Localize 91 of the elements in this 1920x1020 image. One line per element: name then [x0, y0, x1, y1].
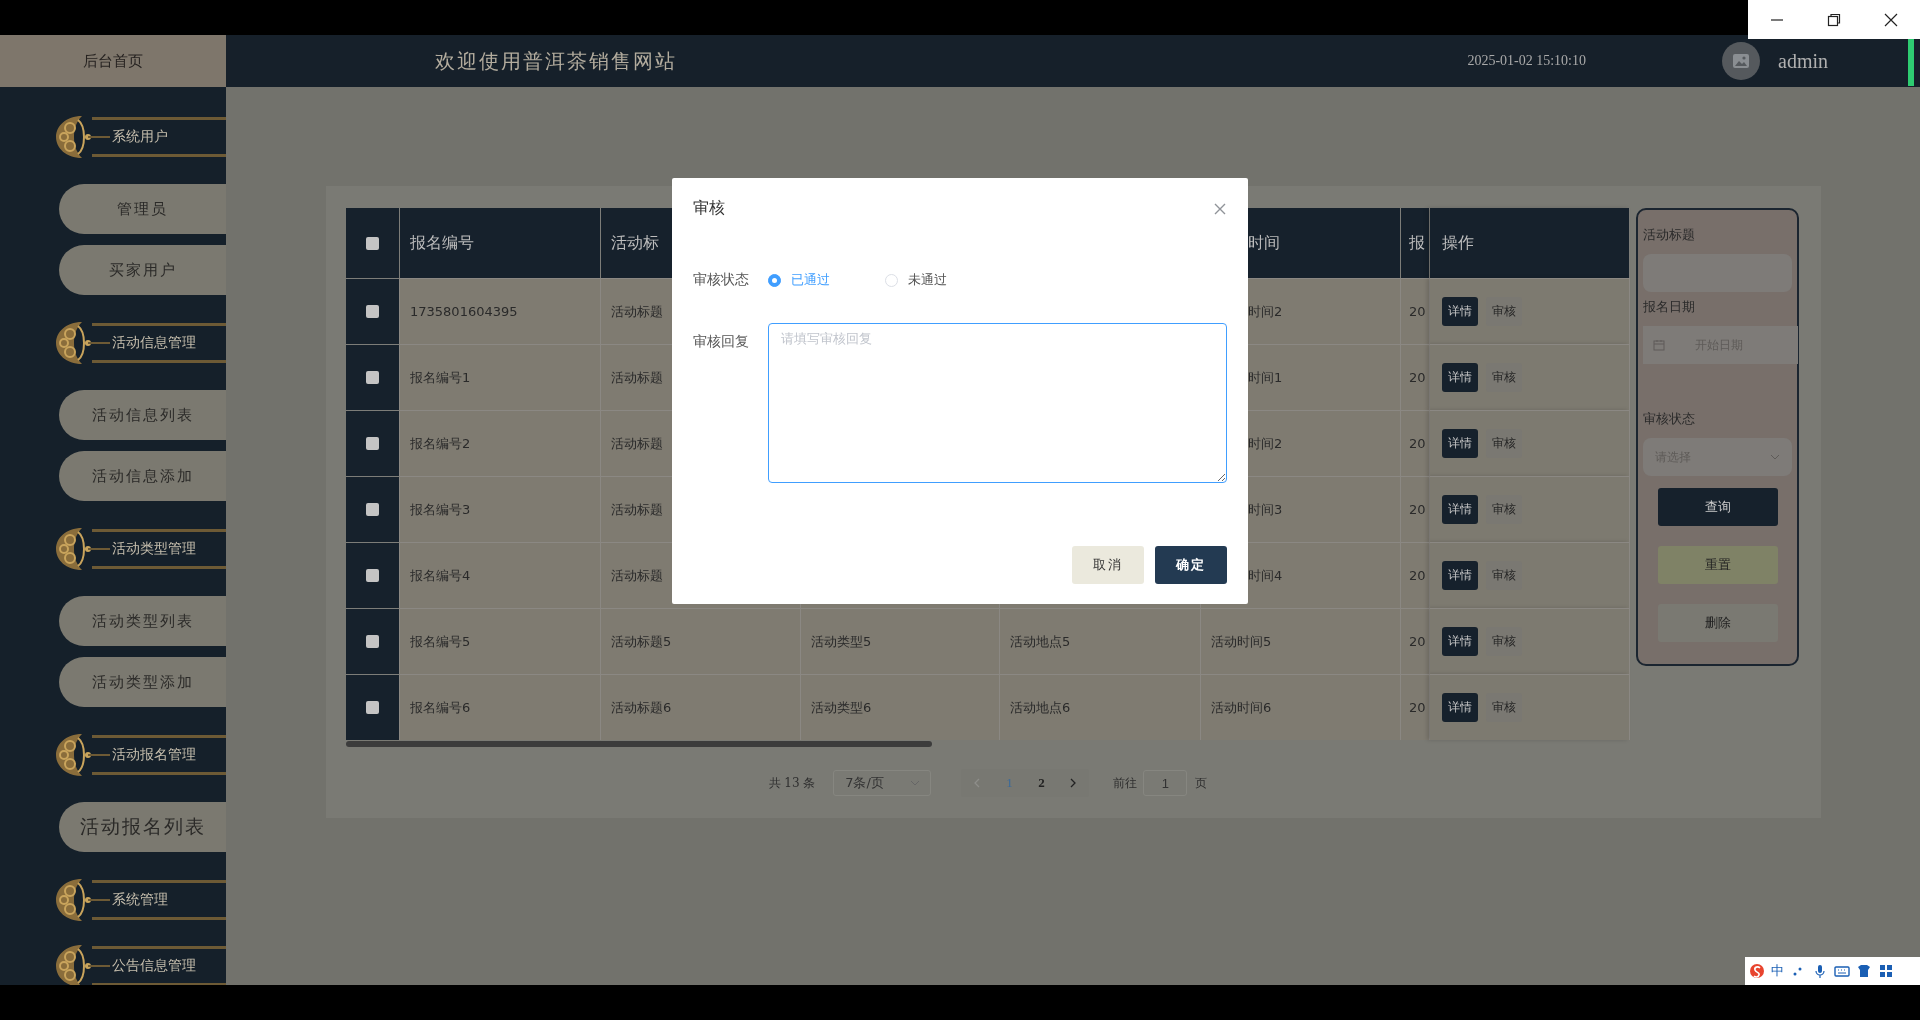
table-cell: 活动地点6	[1000, 674, 1201, 740]
reply-field[interactable]: 请填写审核回复	[768, 323, 1227, 483]
review-button[interactable]: 审核	[1486, 363, 1522, 392]
menu-group[interactable]: 活动信息管理	[52, 318, 226, 368]
row-checkbox[interactable]	[366, 635, 379, 648]
table-cell: 1735801604395	[400, 278, 601, 344]
confirm-button[interactable]: 确定	[1155, 546, 1227, 584]
row-checkbox[interactable]	[366, 701, 379, 714]
table-cell: 报名编号3	[400, 476, 601, 542]
scrollbar[interactable]	[346, 741, 932, 747]
restore-icon[interactable]	[1827, 12, 1841, 27]
table-cell: 活动标题5	[601, 608, 801, 674]
filter-label: 活动标题	[1643, 226, 1696, 244]
page-input[interactable]: 1	[1143, 770, 1188, 796]
details-button[interactable]: 详情	[1442, 693, 1478, 722]
review-button[interactable]: 审核	[1486, 429, 1522, 458]
page-suffix: 页	[1195, 774, 1208, 792]
filter-label: 审核状态	[1643, 410, 1696, 428]
table-cell: 活动类型6	[801, 674, 1000, 740]
menu-group[interactable]: 活动类型管理	[52, 524, 226, 574]
row-checkbox[interactable]	[366, 569, 379, 582]
row-checkbox[interactable]	[366, 437, 379, 450]
table-cell: 20	[1401, 542, 1430, 608]
filter-label: 报名日期	[1643, 298, 1696, 316]
row-checkbox[interactable]	[366, 371, 379, 384]
goto-label: 前往	[1113, 774, 1138, 792]
table-cell: 报名编号6	[400, 674, 601, 740]
microphone-icon[interactable]	[1812, 963, 1828, 979]
filter-button[interactable]: 删除	[1657, 604, 1778, 642]
menu-item[interactable]: 活动信息添加	[59, 451, 226, 501]
radio-option[interactable]: 未通过	[885, 271, 947, 289]
table-cell: 报名编号2	[400, 410, 601, 476]
table-cell: 报名编号4	[400, 542, 601, 608]
select-all-checkbox[interactable]	[366, 236, 379, 250]
close-icon[interactable]	[1884, 12, 1899, 27]
menu-item[interactable]: 活动类型列表	[59, 596, 226, 646]
details-button[interactable]: 详情	[1442, 363, 1478, 392]
caret-icon	[1770, 454, 1780, 460]
table-cell: 活动时间5	[1201, 608, 1401, 674]
table-cell: 报名编号5	[400, 608, 601, 674]
column-header: 报名编号	[400, 208, 601, 278]
review-button[interactable]: 审核	[1486, 297, 1522, 326]
table-cell: 20	[1401, 608, 1430, 674]
datetime: 2025-01-02 15:10:10	[1467, 53, 1586, 69]
column-header: 报	[1401, 208, 1430, 278]
review-button[interactable]: 审核	[1486, 561, 1522, 590]
table-cell: 活动类型5	[801, 608, 1000, 674]
review-button[interactable]: 审核	[1486, 693, 1522, 722]
keyboard-icon[interactable]	[1834, 963, 1850, 979]
details-button[interactable]: 详情	[1442, 297, 1478, 326]
cancel-button[interactable]: 取消	[1072, 546, 1144, 584]
filter-button[interactable]: 查询	[1657, 488, 1778, 526]
review-button[interactable]: 审核	[1486, 495, 1522, 524]
username[interactable]: admin	[1778, 49, 1828, 73]
site-title: 欢迎使用普洱茶销售网站	[435, 47, 677, 75]
menu-group[interactable]: 系统管理	[52, 875, 226, 925]
table-cell: 活动标题6	[601, 674, 801, 740]
ime-logo-icon[interactable]	[1749, 963, 1765, 979]
table-cell: 活动时间6	[1201, 674, 1401, 740]
details-button[interactable]: 详情	[1442, 429, 1478, 458]
total-count: 共 13 条	[768, 774, 816, 792]
page-size-select[interactable]: 7条/页	[833, 770, 932, 796]
table-cell: 20	[1401, 344, 1430, 410]
menu-item[interactable]: 买家用户	[59, 245, 226, 295]
table-cell: 活动地点5	[1000, 608, 1201, 674]
menu-item[interactable]: 管理员	[59, 184, 226, 234]
scroll-indicator	[1908, 36, 1914, 86]
details-button[interactable]: 详情	[1442, 627, 1478, 656]
calendar-icon	[1653, 339, 1665, 351]
details-button[interactable]: 详情	[1442, 495, 1478, 524]
avatar-icon[interactable]	[1722, 42, 1760, 80]
table-cell: 20	[1401, 674, 1430, 740]
table-cell: 报名编号1	[400, 344, 601, 410]
filter-button[interactable]: 重置	[1657, 546, 1778, 584]
column-header: 操作	[1430, 208, 1630, 278]
row-checkbox[interactable]	[366, 503, 379, 516]
table-cell: 20	[1401, 476, 1430, 542]
page-button[interactable]: 2	[1025, 769, 1058, 797]
menu-group[interactable]: 活动报名管理	[52, 730, 226, 780]
table-cell: 20	[1401, 278, 1430, 344]
menu-group[interactable]: 系统用户	[52, 112, 226, 162]
table-cell: 20	[1401, 410, 1430, 476]
home-link[interactable]: 后台首页	[0, 35, 226, 87]
details-button[interactable]: 详情	[1442, 561, 1478, 590]
ime-mode[interactable]: 中	[1771, 962, 1784, 980]
menu-item[interactable]: 活动报名列表	[59, 802, 226, 852]
row-checkbox[interactable]	[366, 305, 379, 318]
grid-icon[interactable]	[1878, 963, 1894, 979]
review-button[interactable]: 审核	[1486, 627, 1522, 656]
menu-item[interactable]: 活动信息列表	[59, 390, 226, 440]
menu-item[interactable]: 活动类型添加	[59, 657, 226, 707]
